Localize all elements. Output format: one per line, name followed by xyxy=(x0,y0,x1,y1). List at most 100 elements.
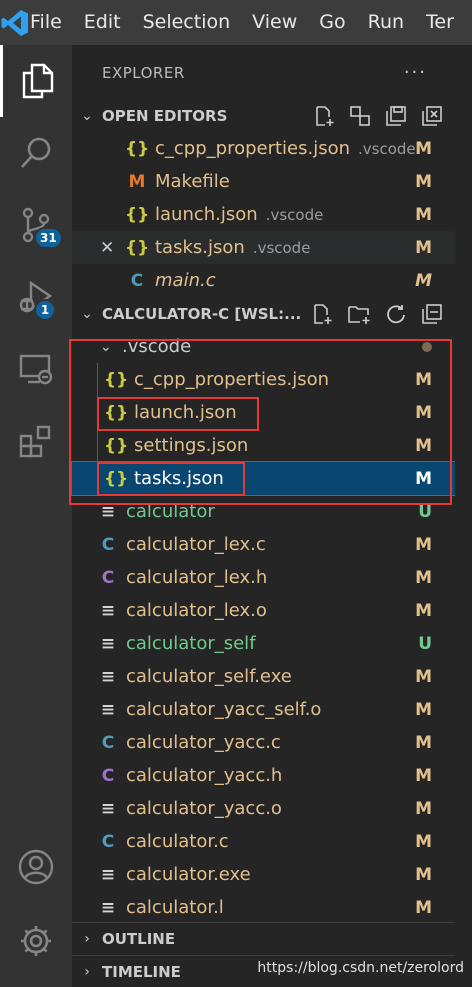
refresh-icon[interactable] xyxy=(385,303,407,325)
extensions-icon[interactable] xyxy=(0,405,72,477)
collapse-all-icon[interactable] xyxy=(421,303,443,325)
git-status: M xyxy=(415,600,432,621)
git-status: M xyxy=(415,765,432,786)
git-status: M xyxy=(415,699,432,720)
file-name: launch.json xyxy=(155,204,258,225)
chevron-right-icon: › xyxy=(84,931,90,947)
file-item[interactable]: C calculator_lex.c M xyxy=(72,528,455,561)
outline-header[interactable]: › OUTLINE xyxy=(72,922,455,955)
new-untitled-file-icon[interactable] xyxy=(313,105,335,127)
menu-go[interactable]: Go xyxy=(319,0,345,45)
source-control-icon[interactable]: 31 xyxy=(0,189,72,261)
workspace-title: CALCULATOR-C [WSL:... xyxy=(102,304,302,323)
open-editor-item[interactable]: M Makefile M xyxy=(72,165,455,198)
workspace-header[interactable]: ⌄ CALCULATOR-C [WSL:... xyxy=(72,297,455,330)
menu-run[interactable]: Run xyxy=(368,0,404,45)
git-status: U xyxy=(418,501,432,522)
file-folder-desc: .vscode xyxy=(358,139,416,158)
folder-vscode[interactable]: ⌄ .vscode xyxy=(72,330,455,363)
json-file-icon: {} xyxy=(104,435,129,456)
json-file-icon: {} xyxy=(104,402,129,423)
file-name: calculator.exe xyxy=(126,864,251,885)
file-item[interactable]: C calculator_lex.h M xyxy=(72,561,455,594)
outline-title: OUTLINE xyxy=(102,930,176,948)
save-all-icon[interactable] xyxy=(385,105,407,127)
header-file-icon: C xyxy=(101,567,115,588)
file-item[interactable]: {} launch.json M xyxy=(72,396,455,429)
explorer-sidebar: EXPLORER ··· ⌄ OPEN EDITORS {} c_cpp_pro… xyxy=(71,45,456,987)
vscode-logo-icon xyxy=(0,0,30,45)
menu-edit[interactable]: Edit xyxy=(84,0,121,45)
file-name: Makefile xyxy=(155,171,230,192)
run-debug-icon[interactable]: 1 xyxy=(0,261,72,333)
close-icon[interactable]: ✕ xyxy=(100,238,125,258)
file-name: calculator_yacc.h xyxy=(126,765,283,786)
git-status: U xyxy=(418,633,432,654)
json-file-icon: {} xyxy=(125,237,150,258)
git-status: M xyxy=(415,171,432,192)
file-item[interactable]: ≡ calculator_self.exe M xyxy=(72,660,455,693)
json-file-icon: {} xyxy=(104,468,129,489)
file-item[interactable]: ≡ calculator_yacc_self.o M xyxy=(72,693,455,726)
git-status: M xyxy=(415,897,432,918)
toggle-vertical-layout-icon[interactable] xyxy=(349,105,371,127)
text-file-icon: ≡ xyxy=(100,897,116,918)
open-editor-item[interactable]: {} c_cpp_properties.json .vscode M xyxy=(72,132,455,165)
file-item[interactable]: C calculator_yacc.h M xyxy=(72,759,455,792)
remote-explorer-icon[interactable] xyxy=(0,333,72,405)
file-item[interactable]: ≡ calculator_yacc.o M xyxy=(72,792,455,825)
file-name: calculator_yacc.c xyxy=(126,732,281,753)
file-item[interactable]: {} c_cpp_properties.json M xyxy=(72,363,455,396)
git-status: M xyxy=(415,369,432,390)
watermark: https://blog.csdn.net/zerolord xyxy=(257,960,464,976)
close-all-editors-icon[interactable] xyxy=(421,105,443,127)
open-editors-header[interactable]: ⌄ OPEN EDITORS xyxy=(72,99,455,132)
file-item[interactable]: {} settings.json M xyxy=(72,429,455,462)
chevron-down-icon: ⌄ xyxy=(81,107,93,124)
file-item[interactable]: C calculator.c M xyxy=(72,825,455,858)
c-file-icon: C xyxy=(101,534,115,555)
file-item[interactable]: ≡ calculator U xyxy=(72,495,455,528)
accounts-icon[interactable] xyxy=(0,831,72,903)
search-icon[interactable] xyxy=(0,117,72,189)
file-item[interactable]: ≡ calculator.l M xyxy=(72,891,455,924)
open-editors-title: OPEN EDITORS xyxy=(102,106,228,125)
settings-gear-icon[interactable] xyxy=(0,905,72,977)
menu-file[interactable]: File xyxy=(30,0,62,45)
file-name: calculator.c xyxy=(126,831,229,852)
file-item[interactable]: ≡ calculator_self U xyxy=(72,627,455,660)
open-editor-item[interactable]: C main.c M xyxy=(72,264,455,297)
explorer-icon[interactable] xyxy=(0,45,72,117)
file-name: calculator_self xyxy=(126,633,256,654)
file-name: settings.json xyxy=(134,435,249,456)
new-folder-icon[interactable] xyxy=(347,303,371,325)
menu-selection[interactable]: Selection xyxy=(143,0,231,45)
file-item[interactable]: C calculator_yacc.c M xyxy=(72,726,455,759)
makefile-icon: M xyxy=(128,171,146,192)
file-name: tasks.json xyxy=(155,237,245,258)
modified-dot-icon xyxy=(422,341,432,352)
sidebar-scrollbar[interactable] xyxy=(455,45,472,987)
git-status: M xyxy=(415,831,432,852)
c-file-icon: C xyxy=(101,831,115,852)
more-actions-icon[interactable]: ··· xyxy=(404,62,427,83)
open-editor-item[interactable]: ✕ {} tasks.json .vscode M xyxy=(72,231,455,264)
file-item-selected[interactable]: {} tasks.json M xyxy=(71,461,456,496)
file-name: calculator_lex.h xyxy=(126,567,268,588)
text-file-icon: ≡ xyxy=(100,600,116,621)
explorer-header: EXPLORER ··· xyxy=(72,45,455,100)
git-status: M xyxy=(415,435,432,456)
file-item[interactable]: ≡ calculator.exe M xyxy=(72,858,455,891)
file-item[interactable]: ≡ calculator_lex.o M xyxy=(72,594,455,627)
file-folder-desc: .vscode xyxy=(252,238,311,257)
title-bar: File Edit Selection View Go Run Ter xyxy=(0,0,472,45)
chevron-right-icon: › xyxy=(84,964,90,980)
menu-terminal[interactable]: Ter xyxy=(426,0,454,45)
new-file-icon[interactable] xyxy=(311,303,333,325)
git-status: M xyxy=(415,798,432,819)
menu-view[interactable]: View xyxy=(252,0,297,45)
source-control-badge: 31 xyxy=(34,227,63,249)
text-file-icon: ≡ xyxy=(100,699,116,720)
file-name: calculator_yacc_self.o xyxy=(126,699,322,720)
open-editor-item[interactable]: {} launch.json .vscode M xyxy=(72,198,455,231)
